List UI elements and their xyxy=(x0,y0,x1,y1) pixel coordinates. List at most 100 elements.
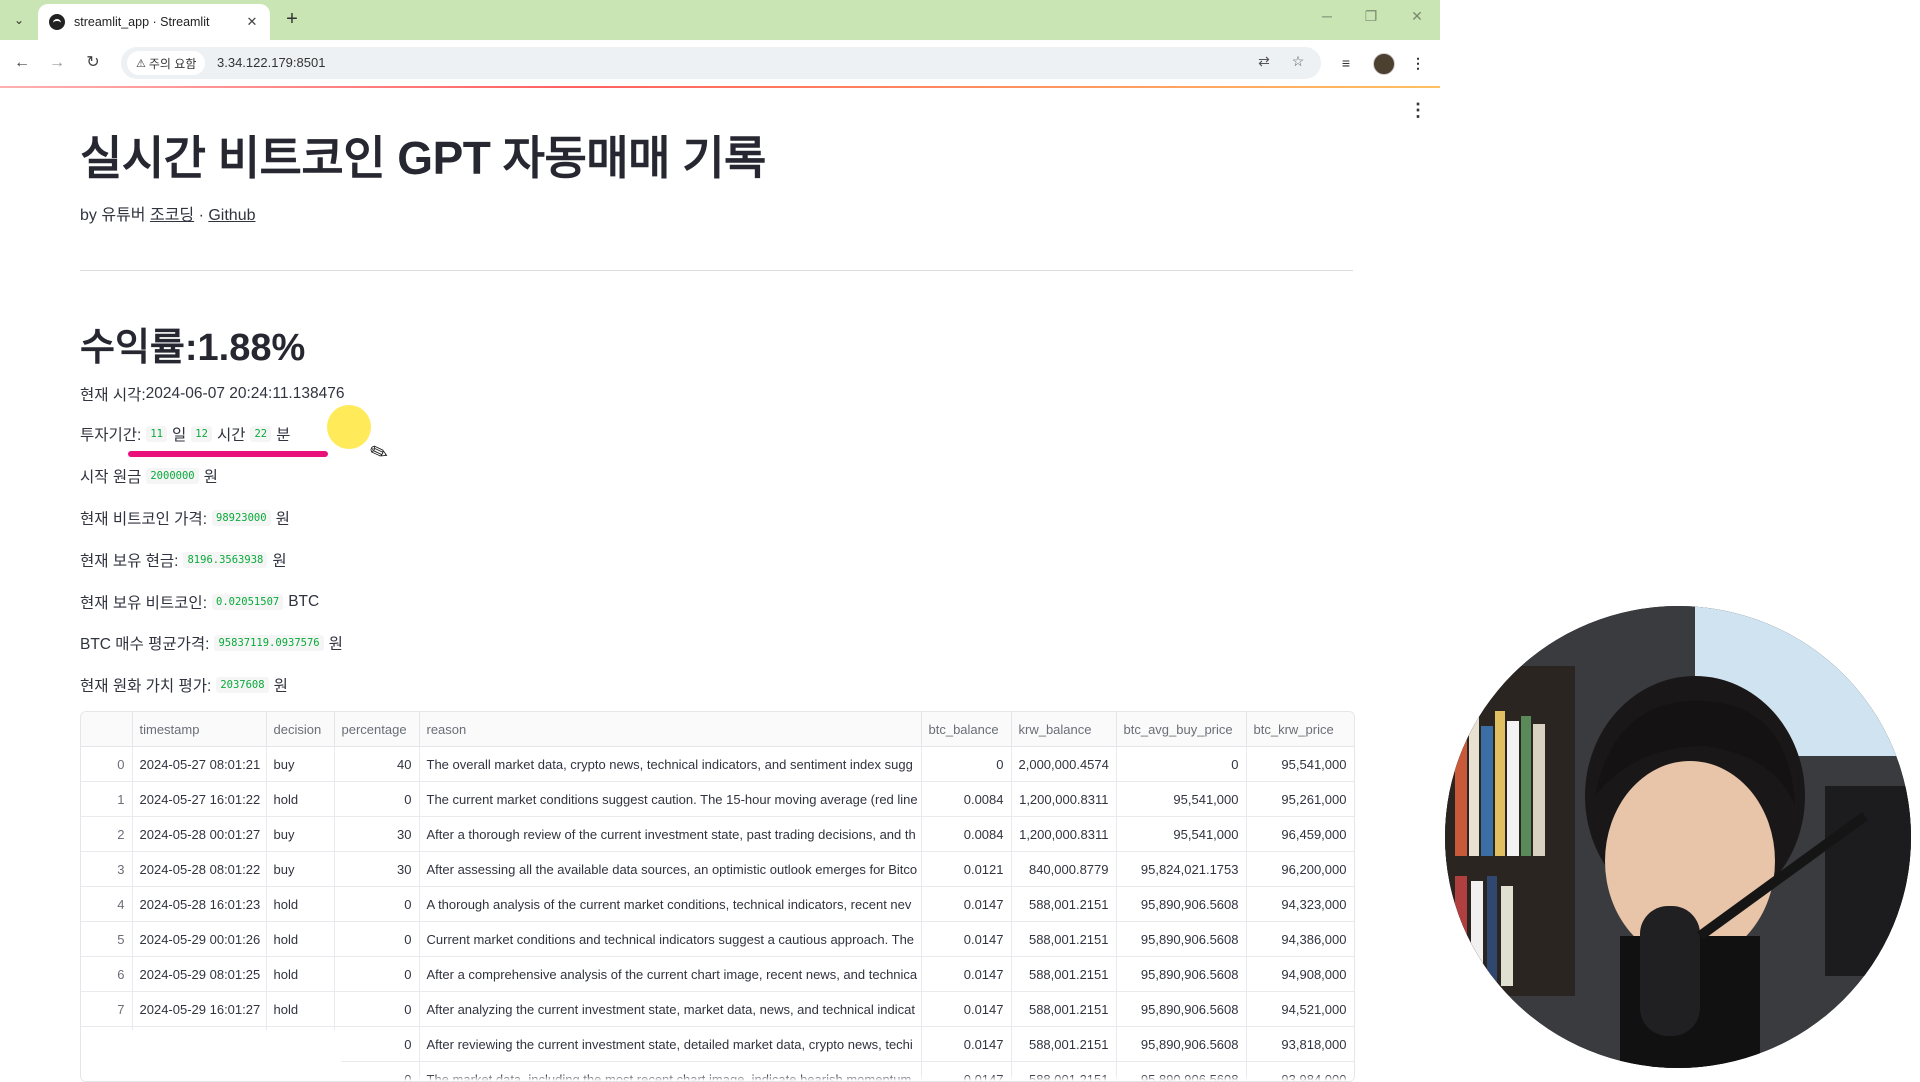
btc-balance-cell[interactable]: 0.0147 xyxy=(921,922,1011,957)
reason-cell[interactable]: A thorough analysis of the current marke… xyxy=(419,887,921,922)
col-krw-balance-header[interactable]: krw_balance xyxy=(1011,712,1116,747)
reason-cell[interactable]: Current market conditions and technical … xyxy=(419,922,921,957)
address-bar[interactable]: ⚠ 주의 요함 3.34.122.179:8501 ⇄ ☆ xyxy=(121,47,1321,79)
btc-balance-cell[interactable]: 0.0121 xyxy=(921,852,1011,887)
translate-icon[interactable]: ⇄ xyxy=(1254,53,1274,70)
btc-krw-price-cell[interactable]: 95,261,000 xyxy=(1246,782,1354,817)
table-row[interactable]: 72024-05-29 16:01:27hold0After analyzing… xyxy=(81,992,1354,1027)
decision-cell[interactable]: buy xyxy=(266,852,334,887)
decision-cell[interactable]: buy xyxy=(266,747,334,782)
table-row[interactable]: 52024-05-29 00:01:26hold0Current market … xyxy=(81,922,1354,957)
reason-cell[interactable]: After a comprehensive analysis of the cu… xyxy=(419,957,921,992)
percentage-cell[interactable]: 40 xyxy=(334,747,419,782)
media-queue-icon[interactable]: ≡ xyxy=(1335,52,1357,74)
timestamp-cell[interactable]: 2024-05-27 16:01:22 xyxy=(132,782,266,817)
minimize-icon[interactable]: ─ xyxy=(1315,8,1339,24)
krw-balance-cell[interactable]: 588,001.2151 xyxy=(1011,957,1116,992)
krw-balance-cell[interactable]: 588,001.2151 xyxy=(1011,887,1116,922)
timestamp-cell[interactable]: 2024-05-29 00:01:26 xyxy=(132,922,266,957)
btc-avg-buy-price-cell[interactable]: 95,541,000 xyxy=(1116,782,1246,817)
btc-avg-buy-price-cell[interactable]: 95,890,906.5608 xyxy=(1116,1027,1246,1062)
col-index-header[interactable] xyxy=(81,712,132,747)
tab-close-icon[interactable]: ✕ xyxy=(240,14,264,30)
reason-cell[interactable]: The current market conditions suggest ca… xyxy=(419,782,921,817)
reload-icon[interactable]: ↻ xyxy=(82,52,104,74)
col-btc-avg-buy-price-header[interactable]: btc_avg_buy_price xyxy=(1116,712,1246,747)
row-index[interactable]: 4 xyxy=(81,887,132,922)
profile-avatar[interactable] xyxy=(1373,53,1395,75)
btc-avg-buy-price-cell[interactable]: 0 xyxy=(1116,747,1246,782)
reason-cell[interactable]: The overall market data, crypto news, te… xyxy=(419,747,921,782)
timestamp-cell[interactable]: 2024-05-27 08:01:21 xyxy=(132,747,266,782)
percentage-cell[interactable]: 0 xyxy=(334,922,419,957)
btc-avg-buy-price-cell[interactable]: 95,890,906.5608 xyxy=(1116,922,1246,957)
btc-balance-cell[interactable]: 0.0084 xyxy=(921,782,1011,817)
decision-cell[interactable]: hold xyxy=(266,782,334,817)
btc-krw-price-cell[interactable]: 96,200,000 xyxy=(1246,852,1354,887)
github-link[interactable]: Github xyxy=(208,207,255,224)
decision-cell[interactable]: buy xyxy=(266,817,334,852)
trade-log-dataframe[interactable]: timestampdecisionpercentagereasonbtc_bal… xyxy=(80,711,1355,1082)
table-row[interactable]: 22024-05-28 00:01:27buy30After a thoroug… xyxy=(81,817,1354,852)
reason-cell[interactable]: After assessing all the available data s… xyxy=(419,852,921,887)
percentage-cell[interactable]: 30 xyxy=(334,817,419,852)
btc-krw-price-cell[interactable]: 95,541,000 xyxy=(1246,747,1354,782)
col-timestamp-header[interactable]: timestamp xyxy=(132,712,266,747)
col-reason-header[interactable]: reason xyxy=(419,712,921,747)
percentage-cell[interactable]: 30 xyxy=(334,852,419,887)
col-percentage-header[interactable]: percentage xyxy=(334,712,419,747)
decision-cell[interactable]: hold xyxy=(266,887,334,922)
krw-balance-cell[interactable]: 588,001.2151 xyxy=(1011,1027,1116,1062)
forward-arrow-icon[interactable]: → xyxy=(46,52,68,74)
timestamp-cell[interactable]: 2024-05-28 00:01:27 xyxy=(132,817,266,852)
btc-avg-buy-price-cell[interactable]: 95,890,906.5608 xyxy=(1116,957,1246,992)
decision-cell[interactable]: hold xyxy=(266,957,334,992)
reason-cell[interactable]: After a thorough review of the current i… xyxy=(419,817,921,852)
percentage-cell[interactable]: 0 xyxy=(334,1027,419,1062)
decision-cell[interactable]: hold xyxy=(266,992,334,1027)
table-row[interactable]: 42024-05-28 16:01:23hold0A thorough anal… xyxy=(81,887,1354,922)
btc-krw-price-cell[interactable]: 94,323,000 xyxy=(1246,887,1354,922)
btc-balance-cell[interactable]: 0.0084 xyxy=(921,817,1011,852)
browser-menu-kebab-icon[interactable]: ⋮ xyxy=(1407,52,1429,74)
btc-avg-buy-price-cell[interactable]: 95,824,021.1753 xyxy=(1116,852,1246,887)
table-row[interactable]: 62024-05-29 08:01:25hold0After a compreh… xyxy=(81,957,1354,992)
url-text[interactable]: 3.34.122.179:8501 xyxy=(217,55,325,70)
window-close-icon[interactable]: ✕ xyxy=(1405,8,1429,25)
security-warning-chip[interactable]: ⚠ 주의 요함 xyxy=(127,51,205,75)
btc-balance-cell[interactable]: 0.0147 xyxy=(921,887,1011,922)
timestamp-cell[interactable]: 2024-05-29 08:01:25 xyxy=(132,957,266,992)
bookmark-star-icon[interactable]: ☆ xyxy=(1288,53,1308,70)
col-decision-header[interactable]: decision xyxy=(266,712,334,747)
krw-balance-cell[interactable]: 588,001.2151 xyxy=(1011,922,1116,957)
author-link[interactable]: 조코딩 xyxy=(150,207,194,224)
browser-tab[interactable]: streamlit_app · Streamlit ✕ xyxy=(38,4,270,40)
new-tab-plus-icon[interactable]: + xyxy=(282,9,302,29)
btc-avg-buy-price-cell[interactable]: 95,890,906.5608 xyxy=(1116,992,1246,1027)
timestamp-cell[interactable]: 2024-05-29 16:01:27 xyxy=(132,992,266,1027)
btc-balance-cell[interactable]: 0.0147 xyxy=(921,1027,1011,1062)
btc-krw-price-cell[interactable]: 94,908,000 xyxy=(1246,957,1354,992)
btc-krw-price-cell[interactable]: 93,818,000 xyxy=(1246,1027,1354,1062)
row-index[interactable]: 3 xyxy=(81,852,132,887)
row-index[interactable]: 0 xyxy=(81,747,132,782)
tab-search-chevron-icon[interactable]: ⌄ xyxy=(5,9,33,31)
row-index[interactable]: 7 xyxy=(81,992,132,1027)
reason-cell[interactable]: After reviewing the current investment s… xyxy=(419,1027,921,1062)
reason-cell[interactable]: After analyzing the current investment s… xyxy=(419,992,921,1027)
percentage-cell[interactable]: 0 xyxy=(334,887,419,922)
row-index[interactable]: 5 xyxy=(81,922,132,957)
krw-balance-cell[interactable]: 840,000.8779 xyxy=(1011,852,1116,887)
percentage-cell[interactable]: 0 xyxy=(334,992,419,1027)
table-row[interactable]: 02024-05-27 08:01:21buy40The overall mar… xyxy=(81,747,1354,782)
krw-balance-cell[interactable]: 2,000,000.4574 xyxy=(1011,747,1116,782)
col-btc-balance-header[interactable]: btc_balance xyxy=(921,712,1011,747)
col-btc-krw-price-header[interactable]: btc_krw_price xyxy=(1246,712,1354,747)
btc-balance-cell[interactable]: 0.0147 xyxy=(921,957,1011,992)
restore-icon[interactable]: ❐ xyxy=(1359,8,1383,25)
row-index[interactable]: 1 xyxy=(81,782,132,817)
btc-balance-cell[interactable]: 0.0147 xyxy=(921,992,1011,1027)
btc-avg-buy-price-cell[interactable]: 95,541,000 xyxy=(1116,817,1246,852)
btc-krw-price-cell[interactable]: 94,521,000 xyxy=(1246,992,1354,1027)
row-index[interactable]: 6 xyxy=(81,957,132,992)
